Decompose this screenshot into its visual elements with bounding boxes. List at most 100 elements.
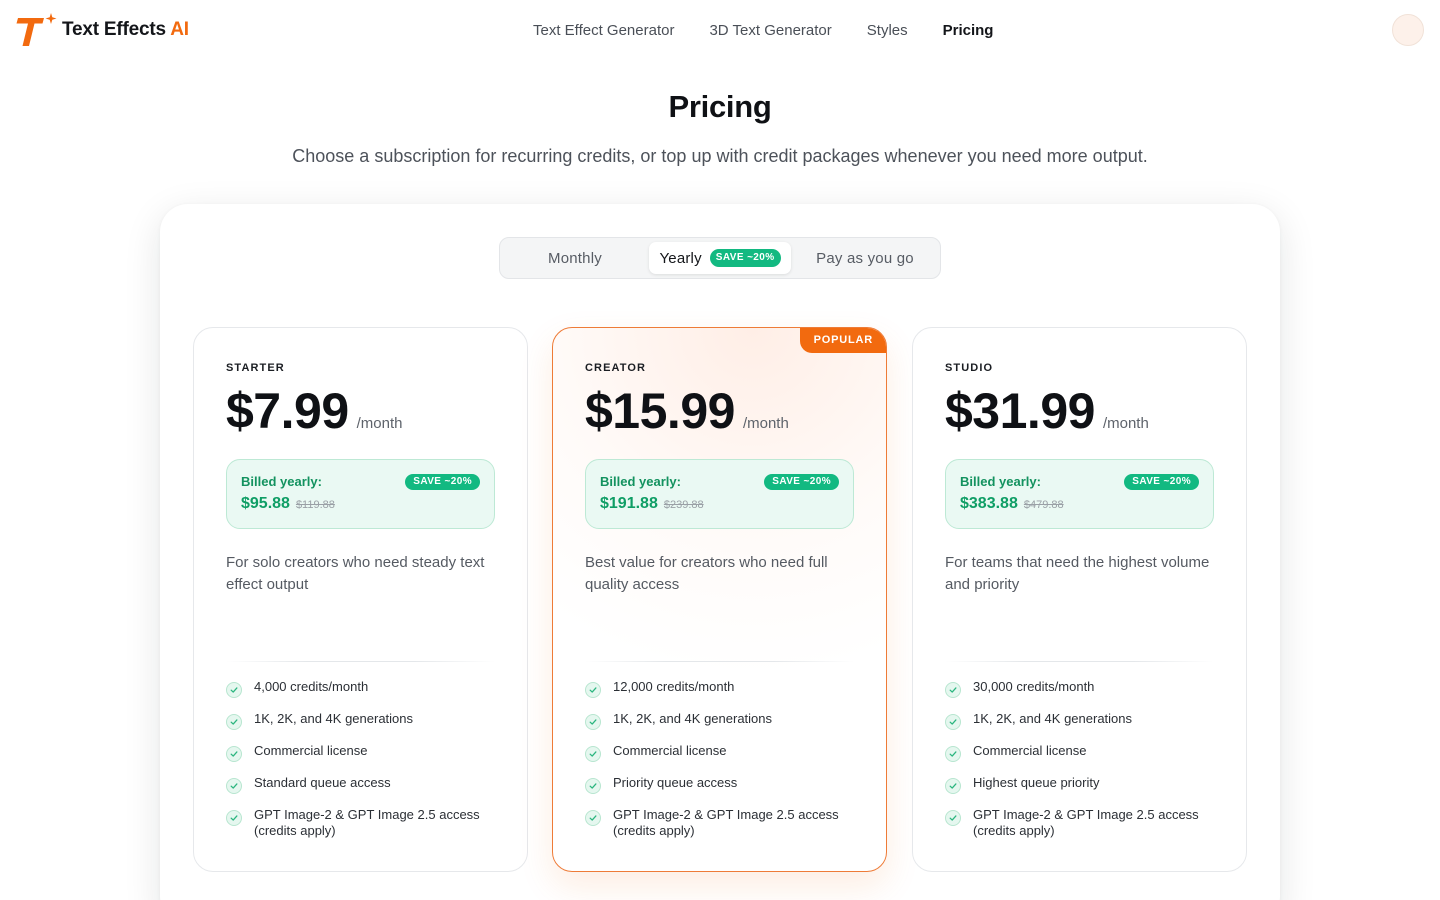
plan-period: /month: [356, 415, 403, 432]
plan-description: For solo creators who need steady text e…: [226, 554, 485, 593]
feature-item: GPT Image-2 & GPT Image 2.5 access (cred…: [585, 807, 860, 839]
feature-item: 1K, 2K, and 4K generations: [945, 711, 1220, 730]
nav-item-text-effect-generator[interactable]: Text Effect Generator: [533, 22, 674, 39]
feature-text: 1K, 2K, and 4K generations: [613, 711, 773, 726]
check-icon: [945, 714, 961, 730]
brand-logo-icon: [16, 12, 58, 48]
feature-item: Commercial license: [226, 743, 501, 762]
user-avatar[interactable]: [1392, 14, 1424, 46]
feature-text: Priority queue access: [613, 775, 738, 790]
check-icon: [226, 682, 242, 698]
plan-card-creator[interactable]: POPULAR CREATOR $15.99 /month Billed yea…: [552, 327, 887, 872]
feature-list: 30,000 credits/month 1K, 2K, and 4K gene…: [945, 679, 1220, 855]
yearly-billing-box: Billed yearly: SAVE ~20% $95.88 $119.88: [226, 459, 495, 529]
plan-tier: STARTER: [226, 362, 285, 374]
plan-price: $31.99: [945, 383, 1095, 439]
plan-price-row: $15.99 /month: [585, 380, 789, 442]
billed-amount: $95.88: [241, 495, 290, 512]
billed-label: Billed yearly:: [241, 474, 322, 489]
feature-text: GPT Image-2 & GPT Image 2.5 access (cred…: [973, 807, 1199, 838]
check-icon: [585, 714, 601, 730]
plan-tier: CREATOR: [585, 362, 647, 374]
feature-text: GPT Image-2 & GPT Image 2.5 access (cred…: [613, 807, 839, 838]
feature-text: 1K, 2K, and 4K generations: [973, 711, 1133, 726]
billed-amount-group: $383.88 $479.88: [960, 495, 1064, 513]
feature-list: 12,000 credits/month 1K, 2K, and 4K gene…: [585, 679, 860, 855]
check-icon: [585, 778, 601, 794]
plan-price: $7.99: [226, 383, 349, 439]
plan-description: Best value for creators who need full qu…: [585, 554, 828, 593]
original-price: $479.88: [1023, 499, 1064, 511]
plan-card-studio[interactable]: STUDIO $31.99 /month Billed yearly: SAVE…: [912, 327, 1247, 872]
save-badge: SAVE ~20%: [405, 474, 480, 490]
plan-description: For teams that need the highest volume a…: [945, 554, 1210, 593]
yearly-billing-box: Billed yearly: SAVE ~20% $191.88 $239.88: [585, 459, 854, 529]
plan-period: /month: [1102, 415, 1149, 432]
billing-option-yearly[interactable]: Yearly SAVE ~20%: [649, 242, 791, 274]
feature-text: Commercial license: [613, 743, 727, 758]
check-icon: [945, 778, 961, 794]
pricing-panel: Monthly Yearly SAVE ~20% Pay as you go ST…: [160, 204, 1280, 900]
save-badge: SAVE ~20%: [1124, 474, 1199, 490]
divider: [585, 661, 854, 662]
feature-text: Highest queue priority: [973, 775, 1100, 790]
save-badge: SAVE ~20%: [709, 249, 781, 267]
feature-item: Commercial license: [945, 743, 1220, 762]
check-icon: [585, 746, 601, 762]
check-icon: [226, 778, 242, 794]
popular-badge: POPULAR: [799, 328, 886, 353]
nav-item-3d-text-generator[interactable]: 3D Text Generator: [709, 22, 831, 39]
yearly-billing-box: Billed yearly: SAVE ~20% $383.88 $479.88: [945, 459, 1214, 529]
billed-amount-group: $95.88 $119.88: [241, 495, 335, 513]
billing-option-label: Yearly: [659, 249, 702, 267]
nav-item-pricing[interactable]: Pricing: [943, 22, 994, 39]
plan-price: $15.99: [585, 383, 735, 439]
check-icon: [585, 810, 601, 826]
feature-text: 4,000 credits/month: [254, 679, 369, 694]
nav-item-styles[interactable]: Styles: [867, 22, 908, 39]
feature-text: Commercial license: [973, 743, 1087, 758]
billing-option-monthly[interactable]: Monthly: [504, 242, 646, 274]
billing-option-pay-as-you-go[interactable]: Pay as you go: [794, 242, 936, 274]
plan-card-starter[interactable]: STARTER $7.99 /month Billed yearly: SAVE…: [193, 327, 528, 872]
feature-item: 12,000 credits/month: [585, 679, 860, 698]
feature-item: 4,000 credits/month: [226, 679, 501, 698]
check-icon: [585, 682, 601, 698]
billed-amount: $383.88: [960, 495, 1018, 512]
feature-text: 1K, 2K, and 4K generations: [254, 711, 414, 726]
billing-period-toggle: Monthly Yearly SAVE ~20% Pay as you go: [499, 237, 941, 279]
top-navigation-bar: Text Effects AI Text Effect Generator 3D…: [0, 0, 1440, 60]
feature-text: 12,000 credits/month: [613, 679, 735, 694]
feature-text: 30,000 credits/month: [973, 679, 1095, 694]
billing-option-label: Monthly: [548, 249, 602, 267]
check-icon: [945, 682, 961, 698]
brand-name: Text Effects AI: [62, 19, 189, 40]
main-nav: Text Effect Generator 3D Text Generator …: [533, 0, 1028, 60]
billing-option-label: Pay as you go: [816, 249, 914, 267]
feature-item: 1K, 2K, and 4K generations: [585, 711, 860, 730]
check-icon: [945, 746, 961, 762]
feature-item: Commercial license: [585, 743, 860, 762]
feature-item: GPT Image-2 & GPT Image 2.5 access (cred…: [945, 807, 1220, 839]
billed-label: Billed yearly:: [960, 474, 1041, 489]
plan-price-row: $7.99 /month: [226, 380, 402, 442]
feature-item: Priority queue access: [585, 775, 860, 794]
plan-period: /month: [742, 415, 789, 432]
feature-text: Commercial license: [254, 743, 368, 758]
brand-logo-link[interactable]: Text Effects AI: [16, 12, 189, 48]
divider: [945, 661, 1214, 662]
billed-amount: $191.88: [600, 495, 658, 512]
original-price: $119.88: [295, 499, 335, 511]
check-icon: [226, 746, 242, 762]
plan-tier: STUDIO: [945, 362, 994, 374]
feature-text: Standard queue access: [254, 775, 391, 790]
check-icon: [226, 810, 242, 826]
feature-item: Highest queue priority: [945, 775, 1220, 794]
page-title: Pricing: [668, 89, 772, 124]
original-price: $239.88: [663, 499, 704, 511]
feature-item: Standard queue access: [226, 775, 501, 794]
check-icon: [945, 810, 961, 826]
billed-amount-group: $191.88 $239.88: [600, 495, 704, 513]
feature-item: 1K, 2K, and 4K generations: [226, 711, 501, 730]
billed-label: Billed yearly:: [600, 474, 681, 489]
